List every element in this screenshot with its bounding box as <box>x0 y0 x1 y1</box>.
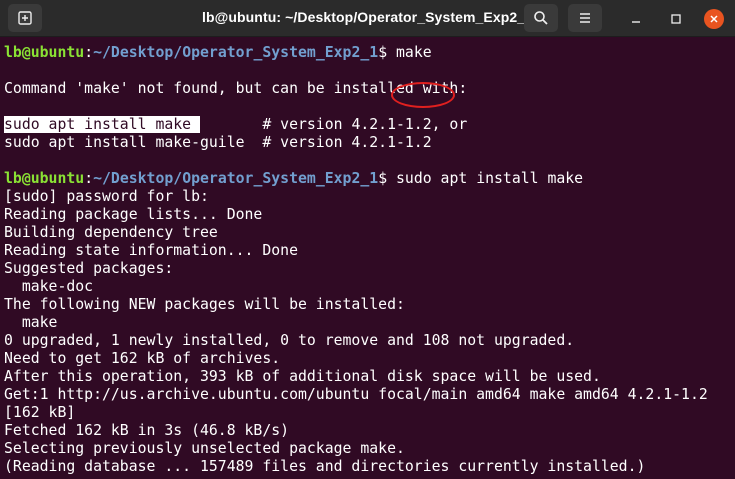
prompt-separator: : <box>84 44 94 61</box>
output-line: Suggested packages: <box>4 260 174 277</box>
output-line: [162 kB] <box>4 404 76 421</box>
output-line: 0 upgraded, 1 newly installed, 0 to remo… <box>4 332 575 349</box>
prompt-symbol: $ <box>378 44 397 61</box>
output-line: Selecting previously unselected package … <box>4 440 405 457</box>
output-line: The following NEW packages will be insta… <box>4 296 405 313</box>
output-line: Fetched 162 kB in 3s (46.8 kB/s) <box>4 422 290 439</box>
output-line: make-doc <box>4 278 94 295</box>
prompt-command: make <box>396 44 432 61</box>
prompt-user: lb@ubuntu <box>4 170 85 187</box>
search-button[interactable] <box>524 4 558 32</box>
output-line: After this operation, 393 kB of addition… <box>4 368 601 385</box>
prompt-separator: : <box>84 170 94 187</box>
title-bar: lb@ubuntu: ~/Desktop/Operator_System_Exp… <box>0 0 735 37</box>
terminal-output[interactable]: lb@ubuntu:~/Desktop/Operator_System_Exp2… <box>0 37 735 479</box>
suggestion-line: sudo apt install make-guile # version 4.… <box>4 134 432 151</box>
search-icon <box>534 11 548 25</box>
minimize-button[interactable] <box>626 9 646 29</box>
prompt-path: ~/Desktop/Operator_System_Exp2_1 <box>93 44 379 61</box>
close-icon <box>710 15 718 23</box>
output-line: Reading package lists... Done <box>4 206 263 223</box>
output-line: Get:1 http://us.archive.ubuntu.com/ubunt… <box>4 386 708 403</box>
maximize-button[interactable] <box>666 9 686 29</box>
prompt-line: lb@ubuntu:~/Desktop/Operator_System_Exp2… <box>4 170 583 188</box>
output-line: Reading state information... Done <box>4 242 298 259</box>
output-line: (Reading database ... 157489 files and d… <box>4 458 646 475</box>
prompt-path: ~/Desktop/Operator_System_Exp2_1 <box>93 170 379 187</box>
menu-button[interactable] <box>568 4 602 32</box>
close-button[interactable] <box>704 9 724 29</box>
maximize-icon <box>671 14 681 24</box>
output-line: Need to get 162 kB of archives. <box>4 350 281 367</box>
minimize-icon <box>632 21 640 23</box>
selected-text[interactable]: sudo apt install make <box>4 116 200 133</box>
hamburger-menu-icon <box>580 13 590 23</box>
suggestion-line: sudo apt install make # version 4.2.1-1.… <box>4 116 467 134</box>
prompt-symbol: $ <box>378 170 397 187</box>
terminal-window: lb@ubuntu: ~/Desktop/Operator_System_Exp… <box>0 0 735 479</box>
suggestion-comment: # version 4.2.1-1.2, or <box>200 116 468 133</box>
output-line: Building dependency tree <box>4 224 218 241</box>
window-title: lb@ubuntu: ~/Desktop/Operator_System_Exp… <box>201 9 534 25</box>
red-annotation-ellipse <box>391 82 455 108</box>
prompt-command: sudo apt install make <box>396 170 584 187</box>
output-line: make <box>4 314 58 331</box>
prompt-line: lb@ubuntu:~/Desktop/Operator_System_Exp2… <box>4 44 432 62</box>
output-line: [sudo] password for lb: <box>4 188 209 205</box>
prompt-user: lb@ubuntu <box>4 44 85 61</box>
